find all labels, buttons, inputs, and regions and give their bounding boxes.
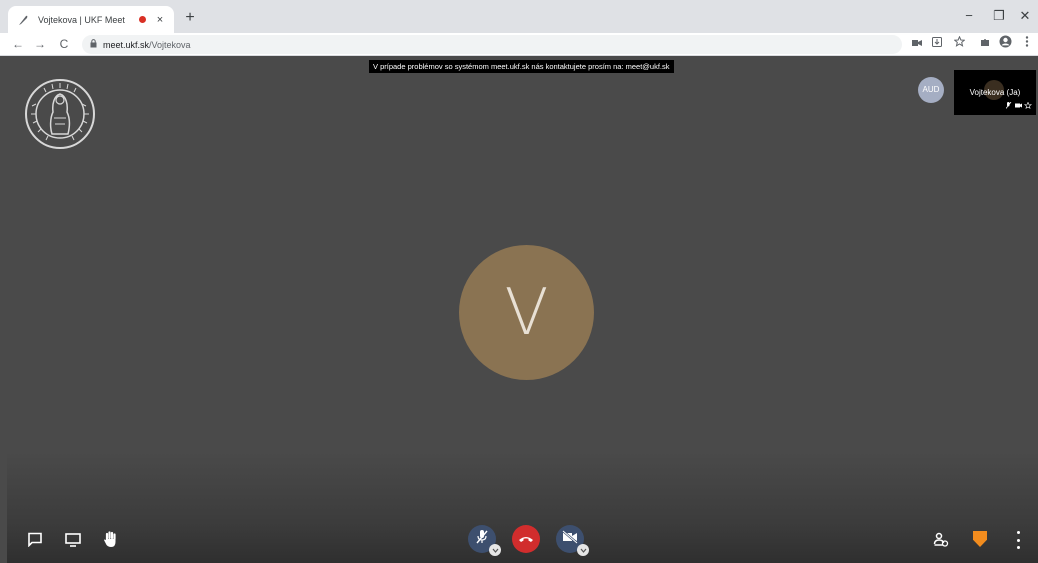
minimize-button[interactable]: − <box>958 6 980 26</box>
feather-favicon-icon <box>16 13 30 27</box>
star-small-icon <box>1023 101 1033 109</box>
microphone-toggle-button[interactable] <box>468 525 501 556</box>
recording-indicator-icon <box>139 16 146 23</box>
self-view-status-icons <box>1005 101 1033 111</box>
browser-toolbar: ← → C meet.ukf.sk /Vojtekova <box>0 33 1038 56</box>
raise-hand-button[interactable] <box>99 530 123 554</box>
participant-avatar-badge[interactable]: AUD <box>918 77 944 103</box>
chat-button[interactable] <box>23 530 47 554</box>
meeting-stage: V prípade problémov so systémom meet.ukf… <box>7 56 1038 563</box>
raise-hand-icon <box>103 531 119 553</box>
security-shield-icon[interactable] <box>973 531 987 547</box>
mic-muted-small-icon <box>1005 101 1012 109</box>
restore-button[interactable]: ❐ <box>988 6 1010 26</box>
camera-off-small-icon <box>1015 103 1022 108</box>
tab-title: Vojtekova | UKF Meet <box>38 14 125 25</box>
address-bar[interactable]: meet.ukf.sk /Vojtekova <box>82 35 902 54</box>
support-notice: V prípade problémov so systémom meet.ukf… <box>369 60 674 73</box>
profile-icon[interactable] <box>996 35 1014 54</box>
camera-options-button[interactable] <box>577 544 589 556</box>
address-host: meet.ukf.sk <box>103 39 150 50</box>
microphone-muted-icon <box>475 529 489 550</box>
browser-menu-icon[interactable] <box>1018 35 1036 54</box>
lock-icon <box>90 39 97 50</box>
bookmark-star-icon[interactable] <box>950 35 968 54</box>
camera-toggle-button[interactable] <box>556 525 589 556</box>
camera-off-icon <box>562 529 578 549</box>
main-participant-avatar: V <box>459 245 594 380</box>
browser-tab[interactable]: Vojtekova | UKF Meet × <box>8 6 174 33</box>
forward-button[interactable]: → <box>30 34 50 54</box>
participants-button[interactable] <box>929 530 953 554</box>
self-view-name: Vojtekova (Ja) <box>969 88 1021 97</box>
extensions-puzzle-icon[interactable] <box>976 35 994 54</box>
reload-button[interactable]: C <box>54 34 74 54</box>
hangup-icon <box>518 530 534 548</box>
address-path: /Vojtekova <box>149 39 191 50</box>
camera-extension-icon[interactable] <box>908 35 926 54</box>
new-tab-button[interactable]: + <box>180 8 200 28</box>
install-app-icon[interactable] <box>928 35 946 54</box>
screen-share-icon <box>65 532 81 552</box>
back-button[interactable]: ← <box>8 34 28 54</box>
close-window-button[interactable]: ✕ <box>1014 6 1036 26</box>
tab-close-button[interactable]: × <box>154 14 166 26</box>
browser-tab-bar: Vojtekova | UKF Meet × + − ❐ ✕ <box>0 0 1038 33</box>
screen-share-button[interactable] <box>61 530 85 554</box>
hangup-button[interactable] <box>512 525 540 553</box>
chat-icon <box>27 532 43 552</box>
more-options-icon[interactable] <box>1014 531 1022 549</box>
microphone-options-button[interactable] <box>489 544 501 556</box>
participants-icon <box>933 532 949 553</box>
university-seal-logo <box>24 78 96 150</box>
self-view-thumbnail[interactable]: Vojtekova (Ja) <box>954 70 1036 115</box>
